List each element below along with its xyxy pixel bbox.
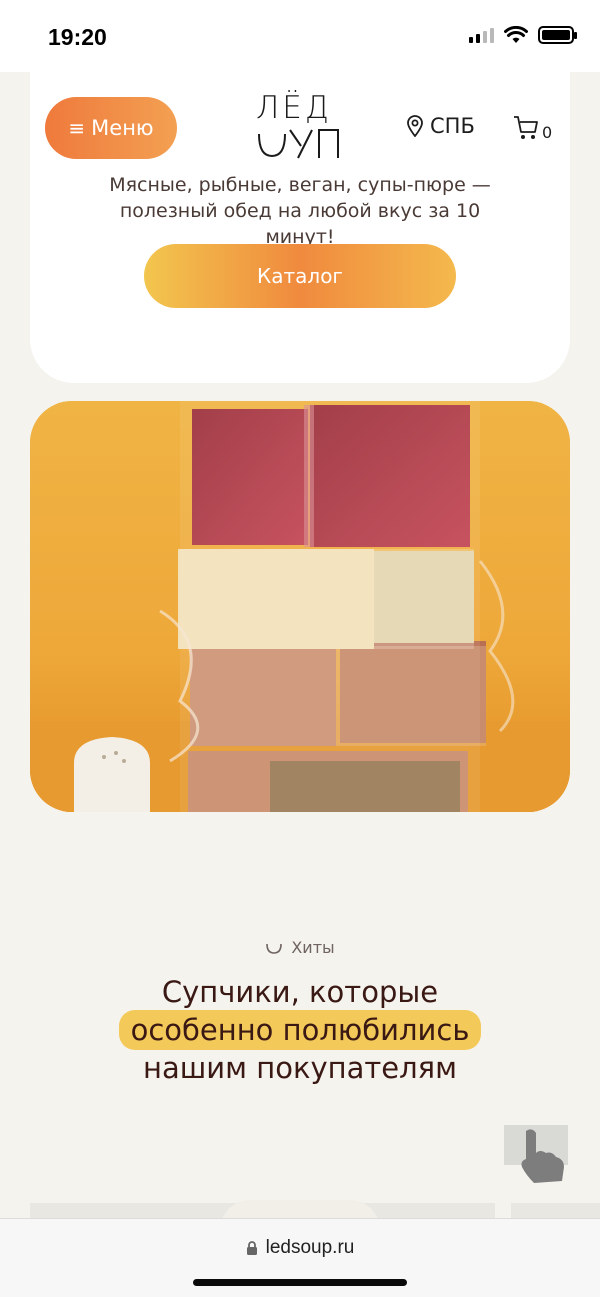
hero-card: ≡ Меню ЛЁД СПБ 0 Мясные, рыбные, веган, …: [30, 72, 570, 383]
hits-title-highlight: особенно полюбились: [118, 1010, 482, 1050]
catalog-button[interactable]: Каталог: [144, 244, 456, 308]
smile-icon: [266, 943, 283, 954]
menu-button[interactable]: ≡ Меню: [45, 97, 177, 159]
signal-icon: [469, 27, 494, 43]
logo[interactable]: ЛЁД: [256, 90, 346, 166]
wifi-icon: [504, 26, 528, 43]
city-selector[interactable]: СПБ: [406, 114, 475, 138]
logo-line2-art: [258, 129, 339, 159]
hits-title: Супчики, которые особенно полюбились наш…: [0, 974, 600, 1086]
menu-burger-icon: ≡: [68, 116, 86, 140]
battery-icon: [538, 26, 577, 44]
cart-button[interactable]: 0: [512, 114, 552, 142]
logo-line1: ЛЁД: [256, 90, 332, 126]
url-text: ledsoup.ru: [265, 1237, 355, 1258]
hits-title-line3: нашим покупателям: [143, 1051, 457, 1085]
cart-icon: [514, 116, 538, 139]
hero-tagline: Мясные, рыбные, веган, супы-пюре — полез…: [109, 174, 491, 248]
status-icons: [469, 26, 577, 44]
url-display[interactable]: ledsoup.ru: [0, 1237, 600, 1259]
status-bar: 19:20: [0, 0, 600, 72]
lock-icon: [246, 1241, 257, 1255]
location-pin-icon: [407, 115, 423, 137]
swipe-hand-icon: [504, 1123, 570, 1185]
soup-blocks-illustration: [30, 401, 570, 812]
cart-count: 0: [542, 123, 553, 142]
status-time: 19:20: [48, 24, 107, 50]
product-photo: [30, 401, 570, 812]
hits-title-line1: Супчики, которые: [161, 975, 439, 1009]
hits-label-text: Хиты: [291, 938, 335, 957]
hits-label: Хиты: [0, 938, 600, 957]
menu-label: Меню: [91, 116, 154, 140]
browser-url-bar[interactable]: ledsoup.ru: [0, 1218, 600, 1297]
home-indicator[interactable]: [193, 1279, 407, 1286]
city-label: СПБ: [430, 114, 475, 138]
